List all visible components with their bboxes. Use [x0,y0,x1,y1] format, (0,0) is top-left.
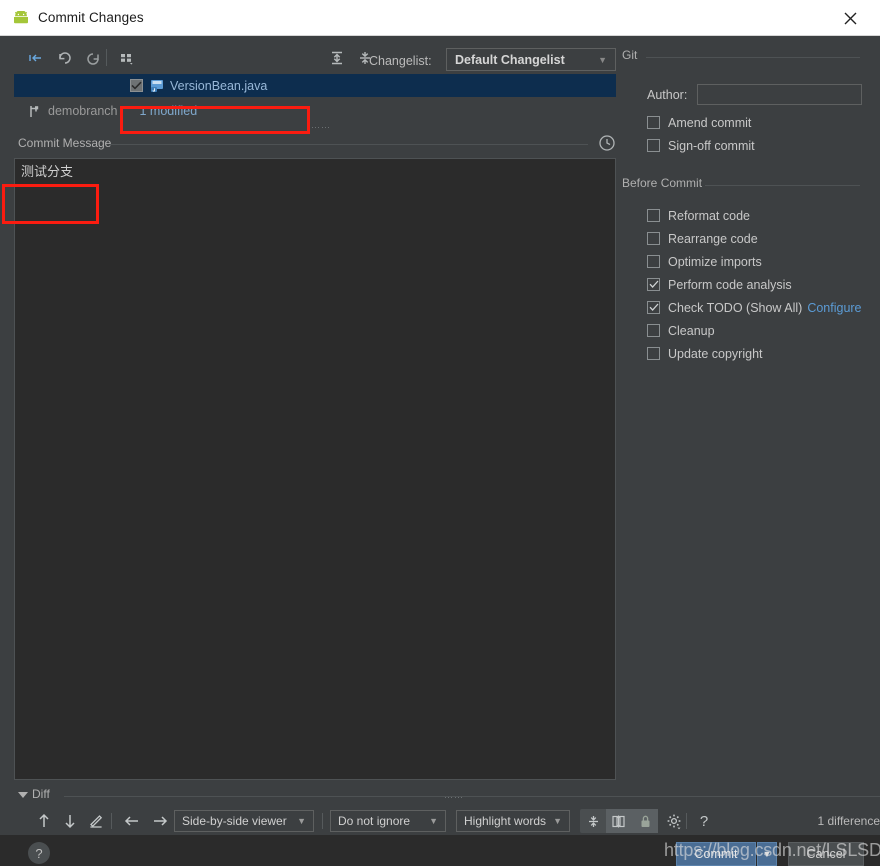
cleanup-label: Cleanup [668,324,715,338]
diff-toolbar-separator-2 [322,813,323,829]
file-name: VersionBean.java [170,79,267,93]
accept-left-icon[interactable] [120,810,144,832]
rearrange-code-checkbox[interactable]: Rearrange code [647,229,872,248]
chevron-down-icon: ▼ [297,816,313,826]
modified-count: 1 modified [140,104,198,118]
optimize-imports-checkbox[interactable]: Optimize imports [647,252,872,271]
git-group-divider [646,57,860,58]
commit-changes-dialog: Commit Changes [0,0,880,835]
checkbox-box [647,255,660,268]
chevron-down-icon[interactable]: ▼ [757,842,777,866]
ignore-policy-value: Do not ignore [331,814,429,828]
highlight-policy-value: Highlight words [457,814,553,828]
sign-off-commit-checkbox[interactable]: Sign-off commit [647,136,872,155]
checkbox-box [647,324,660,337]
git-group-header: Git [620,50,872,64]
perform-code-analysis-checkbox[interactable]: Perform code analysis [647,275,872,294]
splitter-grip[interactable]: ⋯⋯ [311,122,331,133]
clock-history-icon[interactable] [598,134,616,152]
triangle-down-icon[interactable] [18,792,28,798]
checkbox-box [647,139,660,152]
branch-name: demobranch [48,104,118,118]
before-commit-divider [705,185,860,186]
checkbox-box [647,301,660,314]
left-panel: Changelist: Default Changelist ▼ [14,36,616,835]
expand-all-icon[interactable] [324,45,350,71]
author-label: Author: [647,88,687,102]
rearrange-code-label: Rearrange code [668,232,758,246]
changelist-label: Changelist: [369,54,432,68]
sign-off-commit-label: Sign-off commit [668,139,755,153]
accept-right-icon[interactable] [148,810,172,832]
toolbar-separator [106,49,107,66]
commit-button[interactable]: Commit [676,842,756,866]
revert-icon[interactable] [52,45,78,71]
viewer-mode-select[interactable]: Side-by-side viewer ▼ [174,810,314,832]
checkbox-box [647,209,660,222]
checkbox-box [647,116,660,129]
amend-commit-label: Amend commit [668,116,751,130]
update-copyright-label: Update copyright [668,347,763,361]
file-checkbox[interactable] [130,79,143,92]
changelist-select[interactable]: Default Changelist ▼ [446,48,616,71]
perform-code-analysis-label: Perform code analysis [668,278,792,292]
diff-splitter-grip[interactable]: ⋯⋯ [444,792,464,803]
branch-info-row: demobranch 1 modified [14,100,616,122]
changed-files-list[interactable]: VersionBean.java demobranch 1 modified ⋯… [14,74,616,130]
optimize-imports-label: Optimize imports [668,255,762,269]
header-divider [110,144,588,145]
group-by-icon[interactable] [114,45,140,71]
next-difference-icon[interactable] [58,810,82,832]
checkbox-box [647,278,660,291]
highlight-policy-select[interactable]: Highlight words ▼ [456,810,570,832]
collapse-unchanged-icon[interactable] [580,809,606,833]
checkbox-box [647,232,660,245]
dialog-titlebar: Commit Changes [0,0,880,36]
cancel-button[interactable]: Cancel [788,842,864,866]
cleanup-checkbox[interactable]: Cleanup [647,321,872,340]
chevron-down-icon: ▼ [598,55,615,65]
dialog-title: Commit Changes [38,10,144,25]
diff-toolbar-separator-1 [111,813,112,829]
ignore-policy-select[interactable]: Do not ignore ▼ [330,810,446,832]
edit-source-icon[interactable] [84,810,108,832]
check-icon [649,280,659,289]
diff-section-label: Diff [32,787,50,801]
commit-message-header: Commit Message [14,136,616,152]
help-button[interactable]: ? [28,842,50,864]
before-commit-group-header: Before Commit [620,178,872,192]
before-commit-group-label: Before Commit [622,176,702,190]
check-icon [649,303,659,312]
table-row[interactable]: VersionBean.java [14,74,616,97]
author-field[interactable] [697,84,862,105]
git-group-label: Git [622,48,637,62]
viewer-mode-value: Side-by-side viewer [175,814,297,828]
amend-commit-checkbox[interactable]: Amend commit [647,113,872,132]
check-todo-checkbox[interactable]: Check TODO (Show All) Configure [647,298,872,317]
chevron-down-icon: ▼ [553,816,569,826]
changelist-toolbar: Changelist: Default Changelist ▼ [14,43,616,73]
android-logo-icon [12,9,30,27]
update-copyright-checkbox[interactable]: Update copyright [647,344,872,363]
checkbox-box [647,347,660,360]
commit-message-label: Commit Message [18,136,111,150]
changelist-value: Default Changelist [447,53,598,67]
java-class-icon [149,78,165,94]
dialog-body: Changelist: Default Changelist ▼ [0,36,880,835]
chevron-down-icon: ▼ [429,816,445,826]
check-todo-label: Check TODO (Show All) [668,301,802,315]
right-panel: Git Author: Amend commit Sign-off commit… [620,36,872,835]
show-diff-icon[interactable] [22,45,48,71]
reformat-code-label: Reformat code [668,209,750,223]
configure-link[interactable]: Configure [807,301,861,315]
git-branch-icon [28,104,42,119]
previous-difference-icon[interactable] [32,810,56,832]
refresh-icon[interactable] [80,45,106,71]
close-icon[interactable] [828,0,872,36]
reformat-code-checkbox[interactable]: Reformat code [647,206,872,225]
commit-message-input[interactable] [14,158,616,780]
